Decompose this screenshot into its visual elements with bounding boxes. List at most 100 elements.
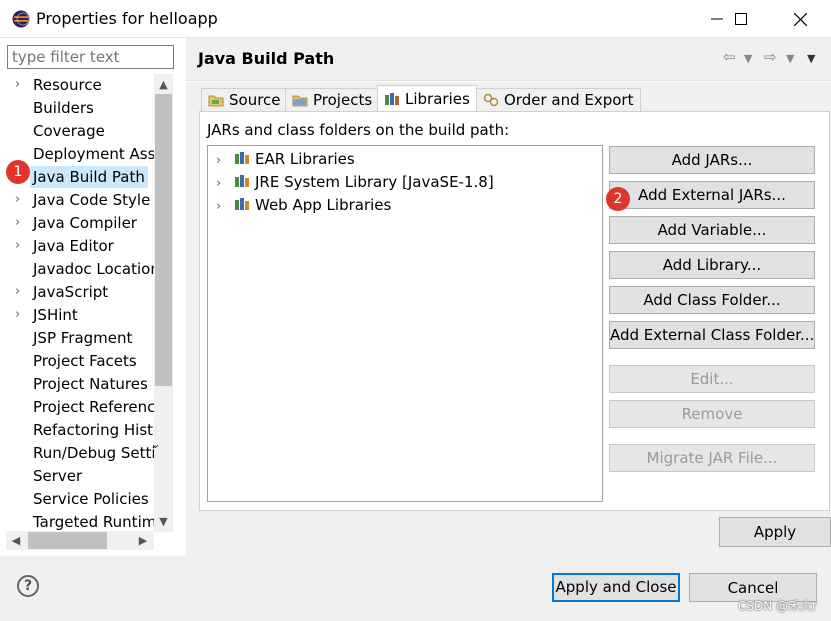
scroll-up-arrow-icon[interactable]: ▲ [155,75,172,93]
library-icon [235,152,249,164]
apply-button[interactable]: Apply [719,517,831,547]
library-icon [235,198,249,210]
add-external-jars-button[interactable]: Add External JARs... [609,181,815,209]
forward-dropdown-icon[interactable]: ▼ [786,52,794,65]
tab-order-export-label: Order and Export [504,91,634,109]
nav-item-refactoring-histe[interactable]: Refactoring Histe [6,419,154,441]
tab-projects-label: Projects [313,91,373,109]
edit-button[interactable]: Edit... [609,365,815,393]
nav-item-label: Project Natures [33,375,148,393]
nav-item-label: JSP Fragment [33,329,133,347]
tab-source[interactable]: Source [201,88,288,112]
tab-libraries[interactable]: Libraries [377,85,477,112]
horizontal-scroll-thumb[interactable] [28,532,107,549]
nav-item-label: Java Build Path [30,166,148,188]
nav-item-java-code-style[interactable]: › Java Code Style [6,189,154,211]
tab-projects[interactable]: Projects [285,88,380,112]
chevron-right-icon[interactable]: › [216,150,230,172]
nav-item-resource[interactable]: › Resource [6,74,154,96]
libraries-tree[interactable]: › EAR Libraries › JRE System Library [Java… [207,145,603,502]
nav-item-jsp-fragment[interactable]: JSP Fragment [6,327,154,349]
chevron-down-icon[interactable]: ⌄ [150,437,161,452]
add-variable-button[interactable]: Add Variable... [609,216,815,244]
close-button[interactable] [777,0,823,38]
apply-and-close-button[interactable]: Apply and Close [552,573,680,602]
nav-item-label: Project Facets [33,352,137,370]
nav-item-label: Service Policies [33,490,149,508]
nav-item-java-editor[interactable]: › Java Editor [6,235,154,257]
nav-item-server[interactable]: Server [6,465,154,487]
nav-item-label: Java Compiler [33,214,137,232]
nav-item-label: Targeted Runtim [33,513,154,531]
remove-button[interactable]: Remove [609,400,815,428]
annotation-badge-1: 1 [6,160,30,184]
nav-item-coverage[interactable]: Coverage [6,120,154,142]
nav-item-label: JSHint [33,306,78,324]
nav-item-label: Java Editor [33,237,114,255]
library-label: JRE System Library [JavaSE-1.8] [255,173,494,191]
libraries-caption: JARs and class folders on the build path… [207,121,510,139]
library-label: EAR Libraries [255,150,355,168]
window-title: Properties for helloapp [36,9,218,28]
help-icon[interactable]: ? [17,575,39,597]
library-entry-webapp[interactable]: › Web App Libraries [216,194,391,216]
nav-item-project-facets[interactable]: Project Facets [6,350,154,372]
nav-item-label: Server [33,467,83,485]
nav-item-label: Project Referenc [33,398,154,416]
nav-item-jshint[interactable]: › JSHint [6,304,154,326]
library-entry-jre[interactable]: › JRE System Library [JavaSE-1.8] [216,171,494,193]
page-title: Java Build Path [198,49,335,68]
migrate-jar-button[interactable]: Migrate JAR File... [609,444,815,472]
chevron-right-icon[interactable]: › [216,173,230,195]
maximize-button[interactable] [718,0,764,38]
nav-item-builders[interactable]: Builders [6,97,154,119]
scroll-left-arrow-icon[interactable]: ◀ [7,532,25,549]
back-dropdown-icon[interactable]: ▼ [744,52,752,65]
annotation-badge-2: 2 [606,187,630,211]
nav-item-label: Refactoring Histe [33,421,154,439]
chevron-right-icon[interactable]: › [216,196,230,218]
nav-item-targeted-runtim[interactable]: Targeted Runtim [6,511,154,532]
nav-item-label: Builders [33,99,94,117]
chevron-right-icon[interactable]: › [15,235,27,257]
back-arrow-icon[interactable]: ⇦ [723,48,736,66]
source-folder-icon [208,95,224,107]
nav-item-label: Java Code Style [33,191,151,209]
add-external-class-folder-button[interactable]: Add External Class Folder... [609,321,815,349]
nav-item-service-policies[interactable]: Service Policies [6,488,154,510]
nav-item-javadoc-locatior[interactable]: Javadoc Locatior [6,258,154,280]
vertical-scroll-thumb[interactable] [155,94,172,386]
library-icon [235,175,249,187]
chevron-right-icon[interactable]: › [15,281,27,303]
nav-item-label: Resource [33,76,102,94]
chevron-right-icon[interactable]: › [15,212,27,234]
projects-icon [292,95,308,107]
eclipse-icon [12,10,30,28]
add-class-folder-button[interactable]: Add Class Folder... [609,286,815,314]
chevron-right-icon[interactable]: › [15,189,27,211]
nav-item-deployment-ass[interactable]: Deployment Ass [6,143,154,165]
add-jars-button[interactable]: Add JARs... [609,146,815,174]
library-label: Web App Libraries [255,196,392,214]
watermark: CSDN @禾火r [738,599,817,613]
nav-item-label: Deployment Ass [33,145,154,163]
nav-item-run-debug-setti[interactable]: Run/Debug Setti [6,442,154,464]
tab-order-export[interactable]: Order and Export [476,88,641,112]
add-library-button[interactable]: Add Library... [609,251,815,279]
scroll-right-arrow-icon[interactable]: ▶ [134,532,152,549]
chevron-right-icon[interactable]: › [15,74,27,96]
nav-item-project-referenc[interactable]: Project Referenc [6,396,154,418]
filter-input[interactable] [7,45,174,69]
scroll-down-arrow-icon[interactable]: ▼ [155,512,172,530]
nav-item-label: JavaScript [33,283,109,301]
nav-item-java-compiler[interactable]: › Java Compiler [6,212,154,234]
chevron-right-icon[interactable]: › [15,304,27,326]
nav-item-label: Javadoc Locatior [33,260,154,278]
property-page-tree: › Resource Builders Coverage Deployment Ass J… [6,74,154,532]
nav-item-project-natures[interactable]: Project Natures [6,373,154,395]
view-menu-icon[interactable]: ▼ [807,52,815,65]
library-entry-ear[interactable]: › EAR Libraries [216,148,355,170]
nav-item-javascript[interactable]: › JavaScript [6,281,154,303]
tab-source-label: Source [229,91,281,109]
forward-arrow-icon[interactable]: ⇨ [764,48,777,66]
